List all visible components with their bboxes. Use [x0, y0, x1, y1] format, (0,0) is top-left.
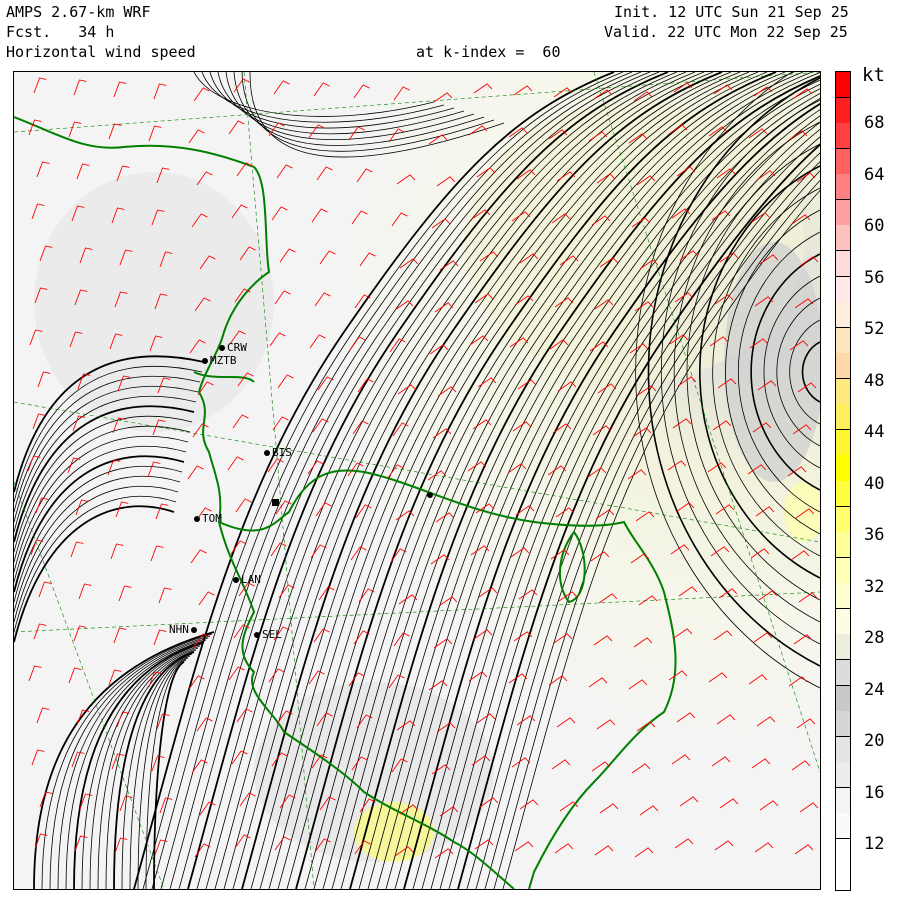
station-marker [254, 632, 260, 638]
color-scale-segment [836, 429, 850, 456]
color-scale-label: 28 [864, 628, 885, 648]
color-scale-segment [836, 659, 850, 686]
color-scale-segment [836, 97, 850, 124]
color-scale-segment [836, 225, 850, 252]
color-scale-label: 40 [864, 473, 885, 494]
color-scale-label: 60 [864, 216, 885, 236]
level-label: at k-index = 60 [416, 43, 561, 61]
color-scale-segment [836, 148, 850, 175]
color-scale-label: 12 [864, 834, 885, 854]
station-nhn: NHN [169, 624, 199, 635]
color-scale-segment [836, 378, 850, 405]
station-tom: TOM [194, 513, 222, 524]
station-marker [219, 345, 225, 351]
color-scale-segment [836, 787, 850, 814]
station-marker [190, 627, 197, 633]
color-scale-label: 48 [864, 370, 885, 391]
color-scale-label: 16 [864, 782, 885, 803]
color-scale-label: 68 [864, 113, 885, 133]
init-time: Init. 12 UTC Sun 21 Sep 25 [614, 3, 849, 21]
color-scale-segment [836, 174, 850, 201]
color-scale-segment [836, 532, 850, 559]
color-scale-label: 36 [864, 525, 885, 545]
station-bis: BIS [264, 447, 292, 458]
forecast-hour: Fcst. 34 h [6, 23, 115, 41]
station-mztb: MZTB [202, 355, 237, 366]
valid-time: Valid. 22 UTC Mon 22 Sep 25 [604, 23, 848, 41]
station-label: TOM [202, 512, 222, 525]
color-scale-segment [836, 327, 850, 354]
station-label: BIS [272, 446, 292, 459]
color-scale-segment [836, 813, 850, 840]
station-unlabeled [427, 489, 435, 500]
station-label: MZTB [210, 354, 237, 367]
color-scale-segment [836, 685, 850, 712]
color-scale-segment [836, 353, 850, 380]
color-scale-segment [836, 199, 850, 226]
color-scale-segment [836, 506, 850, 533]
color-scale-label: 52 [864, 319, 885, 339]
station-marker [194, 516, 200, 522]
color-scale-segment [836, 711, 850, 738]
color-scale-label: 20 [864, 731, 885, 751]
color-scale-bar [835, 71, 851, 891]
station-lan: LAN [233, 574, 261, 585]
color-scale-segment [836, 72, 850, 99]
station-marker [427, 492, 433, 498]
station-marker [264, 450, 270, 456]
color-scale-segment [836, 276, 850, 303]
station-label: NHN [169, 623, 189, 636]
wind-map [14, 72, 820, 889]
color-scale-segment [836, 864, 850, 891]
color-scale-segment [836, 250, 850, 277]
color-scale-segment [836, 302, 850, 329]
color-scale-label: 44 [864, 422, 885, 442]
color-scale-label: 64 [864, 164, 885, 185]
color-scale-segment [836, 762, 850, 789]
color-scale-segment [836, 404, 850, 431]
model-title: AMPS 2.67-km WRF [6, 3, 151, 21]
color-scale-segment [836, 608, 850, 635]
station-unlabeled [272, 496, 281, 507]
station-crw: CRW [219, 342, 247, 353]
color-scale-segment [836, 557, 850, 584]
station-sel: SEL [254, 629, 282, 640]
color-scale-segment [836, 634, 850, 661]
color-scale-segment [836, 123, 850, 150]
station-label: CRW [227, 341, 247, 354]
station-marker [233, 577, 239, 583]
color-scale-segment [836, 481, 850, 508]
map-panel: CRW MZTB BIS TOM LAN NHN SEL [13, 71, 821, 890]
color-scale-label: 56 [864, 267, 885, 288]
field-name: Horizontal wind speed [6, 43, 196, 61]
color-scale-segment [836, 455, 850, 482]
station-label: SEL [262, 628, 282, 641]
color-scale-segment [836, 838, 850, 865]
color-scale-label: 24 [864, 679, 885, 700]
station-marker [272, 498, 279, 506]
color-scale-unit: kt [862, 64, 885, 86]
color-scale-segment [836, 583, 850, 610]
color-scale-label: 32 [864, 576, 885, 597]
station-marker [202, 358, 208, 364]
station-label: LAN [241, 573, 261, 586]
color-scale-segment [836, 736, 850, 763]
